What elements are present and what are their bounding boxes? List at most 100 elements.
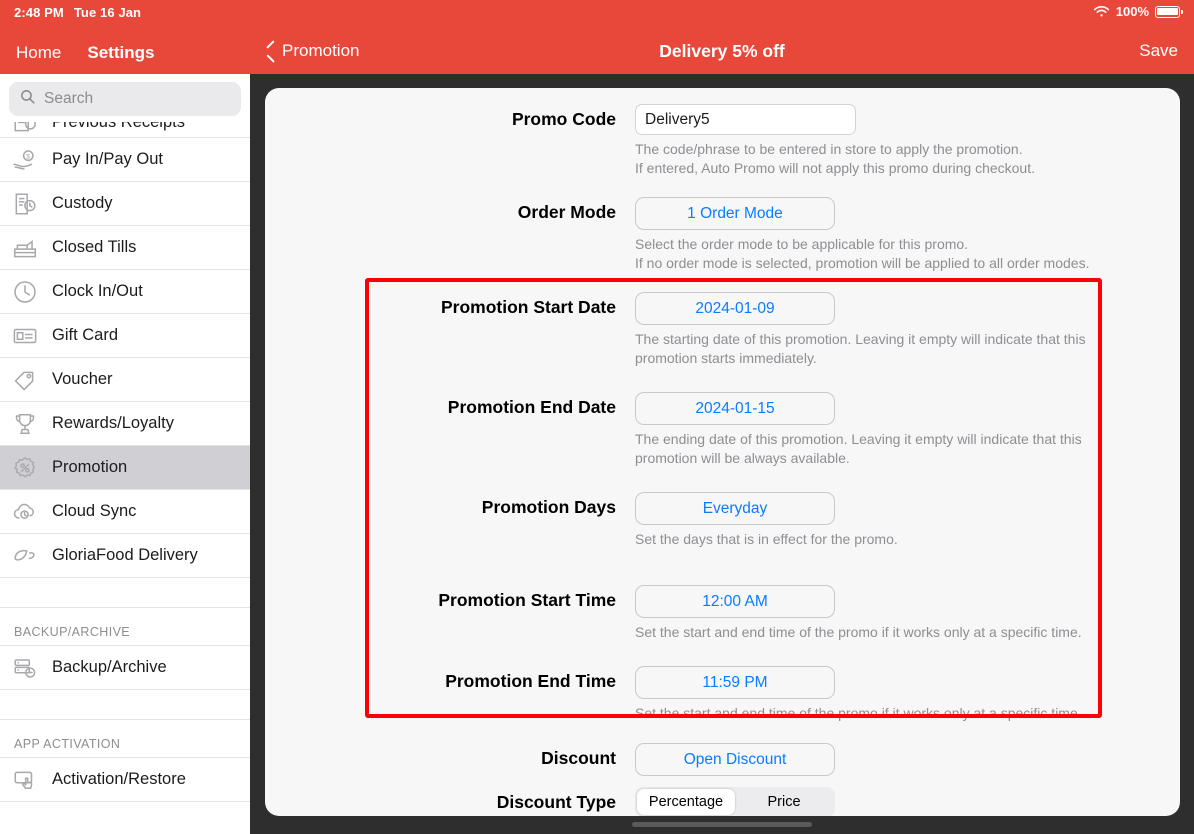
promotion-end-time-value: 11:59 PM: [702, 673, 768, 691]
order-mode-button[interactable]: 1 Order Mode: [635, 197, 835, 230]
search-placeholder: Search: [44, 90, 94, 107]
battery-percent-label: 100%: [1115, 4, 1149, 19]
sidebar-item-label: Pay In/Pay Out: [52, 150, 163, 168]
promotion-end-date-value: 2024-01-15: [695, 399, 775, 417]
main-content: 100% Promotion Delivery 5% off Save Prom…: [250, 0, 1194, 834]
save-button[interactable]: Save: [1139, 28, 1178, 74]
promo-code-input[interactable]: Delivery5: [635, 104, 856, 135]
field-row-discount: Discount Open Discount: [265, 743, 1180, 776]
sidebar-section-backup-archive: BACKUP/ARCHIVE: [0, 608, 250, 646]
order-mode-value: 1 Order Mode: [687, 204, 783, 222]
discount-value: Open Discount: [683, 750, 787, 768]
sidebar-nav: Home Settings: [0, 32, 250, 74]
discount-type-label: Discount Type: [496, 792, 616, 812]
sidebar-item-label: Promotion: [52, 458, 128, 476]
promotion-end-date-button[interactable]: 2024-01-15: [635, 392, 835, 425]
clock-icon: [12, 279, 38, 305]
sidebar-item-label: Cloud Sync: [52, 502, 137, 520]
promotion-end-date-help: The ending date of this promotion. Leavi…: [635, 431, 1082, 466]
sidebar-item-label: Rewards/Loyalty: [52, 414, 174, 432]
sidebar-item-label: Previous Receipts: [52, 122, 185, 131]
promo-code-help: The code/phrase to be entered in store t…: [635, 141, 1035, 176]
status-bar-right: 100%: [1093, 4, 1183, 19]
sidebar-item-gift-card[interactable]: Gift Card: [0, 314, 250, 358]
field-row-discount-type: Discount Type Percentage Price: [265, 787, 1180, 816]
svg-text:$: $: [26, 153, 30, 160]
sidebar-item-backup-archive[interactable]: Backup/Archive: [0, 646, 250, 690]
promotion-start-time-button[interactable]: 12:00 AM: [635, 585, 835, 618]
search-container: Search: [0, 74, 250, 122]
document-clock-icon: [12, 191, 38, 217]
discount-type-option-percentage[interactable]: Percentage: [637, 789, 735, 815]
sidebar-item-cloud-sync[interactable]: Cloud Sync: [0, 490, 250, 534]
promotion-start-time-value: 12:00 AM: [702, 592, 768, 610]
sidebar-item-list: Previous Receipts $ Pay In/Pay Out Custo…: [0, 122, 250, 834]
discount-type-option-price[interactable]: Price: [735, 789, 833, 815]
sidebar-item-label: Activation/Restore: [52, 770, 186, 788]
field-row-order-mode: Order Mode 1 Order Mode Select the order…: [265, 197, 1180, 273]
battery-full-icon: [1155, 5, 1183, 18]
sidebar-item-closed-tills[interactable]: Closed Tills: [0, 226, 250, 270]
promo-code-label: Promo Code: [511, 109, 616, 129]
promotion-start-date-label: Promotion Start Date: [440, 297, 616, 317]
order-mode-help: Select the order mode to be applicable f…: [635, 236, 1090, 271]
sidebar-item-rewards-loyalty[interactable]: Rewards/Loyalty: [0, 402, 250, 446]
trophy-icon: [12, 411, 38, 437]
settings-sidebar: 2:48 PM Tue 16 Jan Home Settings Search: [0, 0, 250, 834]
field-row-promo-code: Promo Code Delivery5 The code/phrase to …: [265, 104, 1180, 178]
page-title: Delivery 5% off: [659, 40, 785, 61]
order-mode-label: Order Mode: [517, 202, 616, 222]
search-icon: [19, 88, 36, 110]
ipad-screen: 2:48 PM Tue 16 Jan Home Settings Search: [0, 0, 1194, 834]
promotion-end-time-help: Set the start and end time of the promo …: [635, 705, 1082, 721]
sidebar-item-gloriafood-delivery[interactable]: GloriaFood Delivery: [0, 534, 250, 578]
search-input[interactable]: Search: [9, 82, 241, 116]
field-row-promotion-end-time: Promotion End Time 11:59 PM Set the star…: [265, 666, 1180, 723]
promotion-days-label: Promotion Days: [481, 497, 616, 517]
receipt-icon: [12, 122, 38, 136]
promotion-start-date-help: The starting date of this promotion. Lea…: [635, 331, 1086, 366]
server-backup-icon: [12, 655, 38, 681]
discount-type-segmented-control[interactable]: Percentage Price: [635, 787, 835, 816]
promotion-start-date-button[interactable]: 2024-01-09: [635, 292, 835, 325]
home-indicator: [632, 822, 812, 827]
promotion-start-time-label: Promotion Start Time: [438, 590, 616, 610]
sidebar-item-label: Gift Card: [52, 326, 119, 344]
hand-cash-icon: $: [12, 147, 38, 173]
nav-row: Promotion Delivery 5% off Save: [250, 28, 1194, 74]
promotion-days-button[interactable]: Everyday: [635, 492, 835, 525]
tap-hand-icon: [12, 767, 38, 793]
sidebar-header: 2:48 PM Tue 16 Jan Home Settings: [0, 0, 250, 74]
promotion-end-date-label: Promotion End Date: [447, 397, 616, 417]
percent-badge-icon: [12, 455, 38, 481]
home-button[interactable]: Home: [16, 43, 61, 63]
sidebar-item-promotion[interactable]: Promotion: [0, 446, 250, 490]
status-time: 2:48 PM: [14, 5, 64, 20]
promotion-navbar: 100% Promotion Delivery 5% off Save: [250, 0, 1194, 74]
promo-code-value: Delivery5: [645, 110, 710, 128]
sidebar-bottom-space: [0, 802, 250, 834]
sidebar-item-voucher[interactable]: Voucher: [0, 358, 250, 402]
promotion-form-card: Promo Code Delivery5 The code/phrase to …: [265, 88, 1180, 816]
field-row-promotion-end-date: Promotion End Date 2024-01-15 The ending…: [265, 392, 1180, 468]
discount-label: Discount: [541, 748, 616, 768]
sidebar-item-label: GloriaFood Delivery: [52, 546, 198, 564]
gift-card-icon: [12, 323, 38, 349]
sidebar-item-label: Closed Tills: [52, 238, 137, 256]
promotion-end-time-button[interactable]: 11:59 PM: [635, 666, 835, 699]
field-row-promotion-start-time: Promotion Start Time 12:00 AM Set the st…: [265, 585, 1180, 642]
settings-title: Settings: [87, 43, 155, 62]
sidebar-item-label: Backup/Archive: [52, 658, 167, 676]
sidebar-item-custody[interactable]: Custody: [0, 182, 250, 226]
sidebar-item-label: Clock In/Out: [52, 282, 143, 300]
sidebar-spacer: [0, 578, 250, 608]
promotion-start-time-help: Set the start and end time of the promo …: [635, 624, 1082, 640]
sidebar-item-clock-in-out[interactable]: Clock In/Out: [0, 270, 250, 314]
sidebar-item-previous-receipts[interactable]: Previous Receipts: [0, 122, 250, 138]
sidebar-item-pay-in-pay-out[interactable]: $ Pay In/Pay Out: [0, 138, 250, 182]
open-discount-button[interactable]: Open Discount: [635, 743, 835, 776]
promotion-start-date-value: 2024-01-09: [695, 299, 775, 317]
field-row-promotion-start-date: Promotion Start Date 2024-01-09 The star…: [265, 292, 1180, 368]
sidebar-item-activation-restore[interactable]: Activation/Restore: [0, 758, 250, 802]
promotion-form: Promo Code Delivery5 The code/phrase to …: [265, 88, 1180, 816]
